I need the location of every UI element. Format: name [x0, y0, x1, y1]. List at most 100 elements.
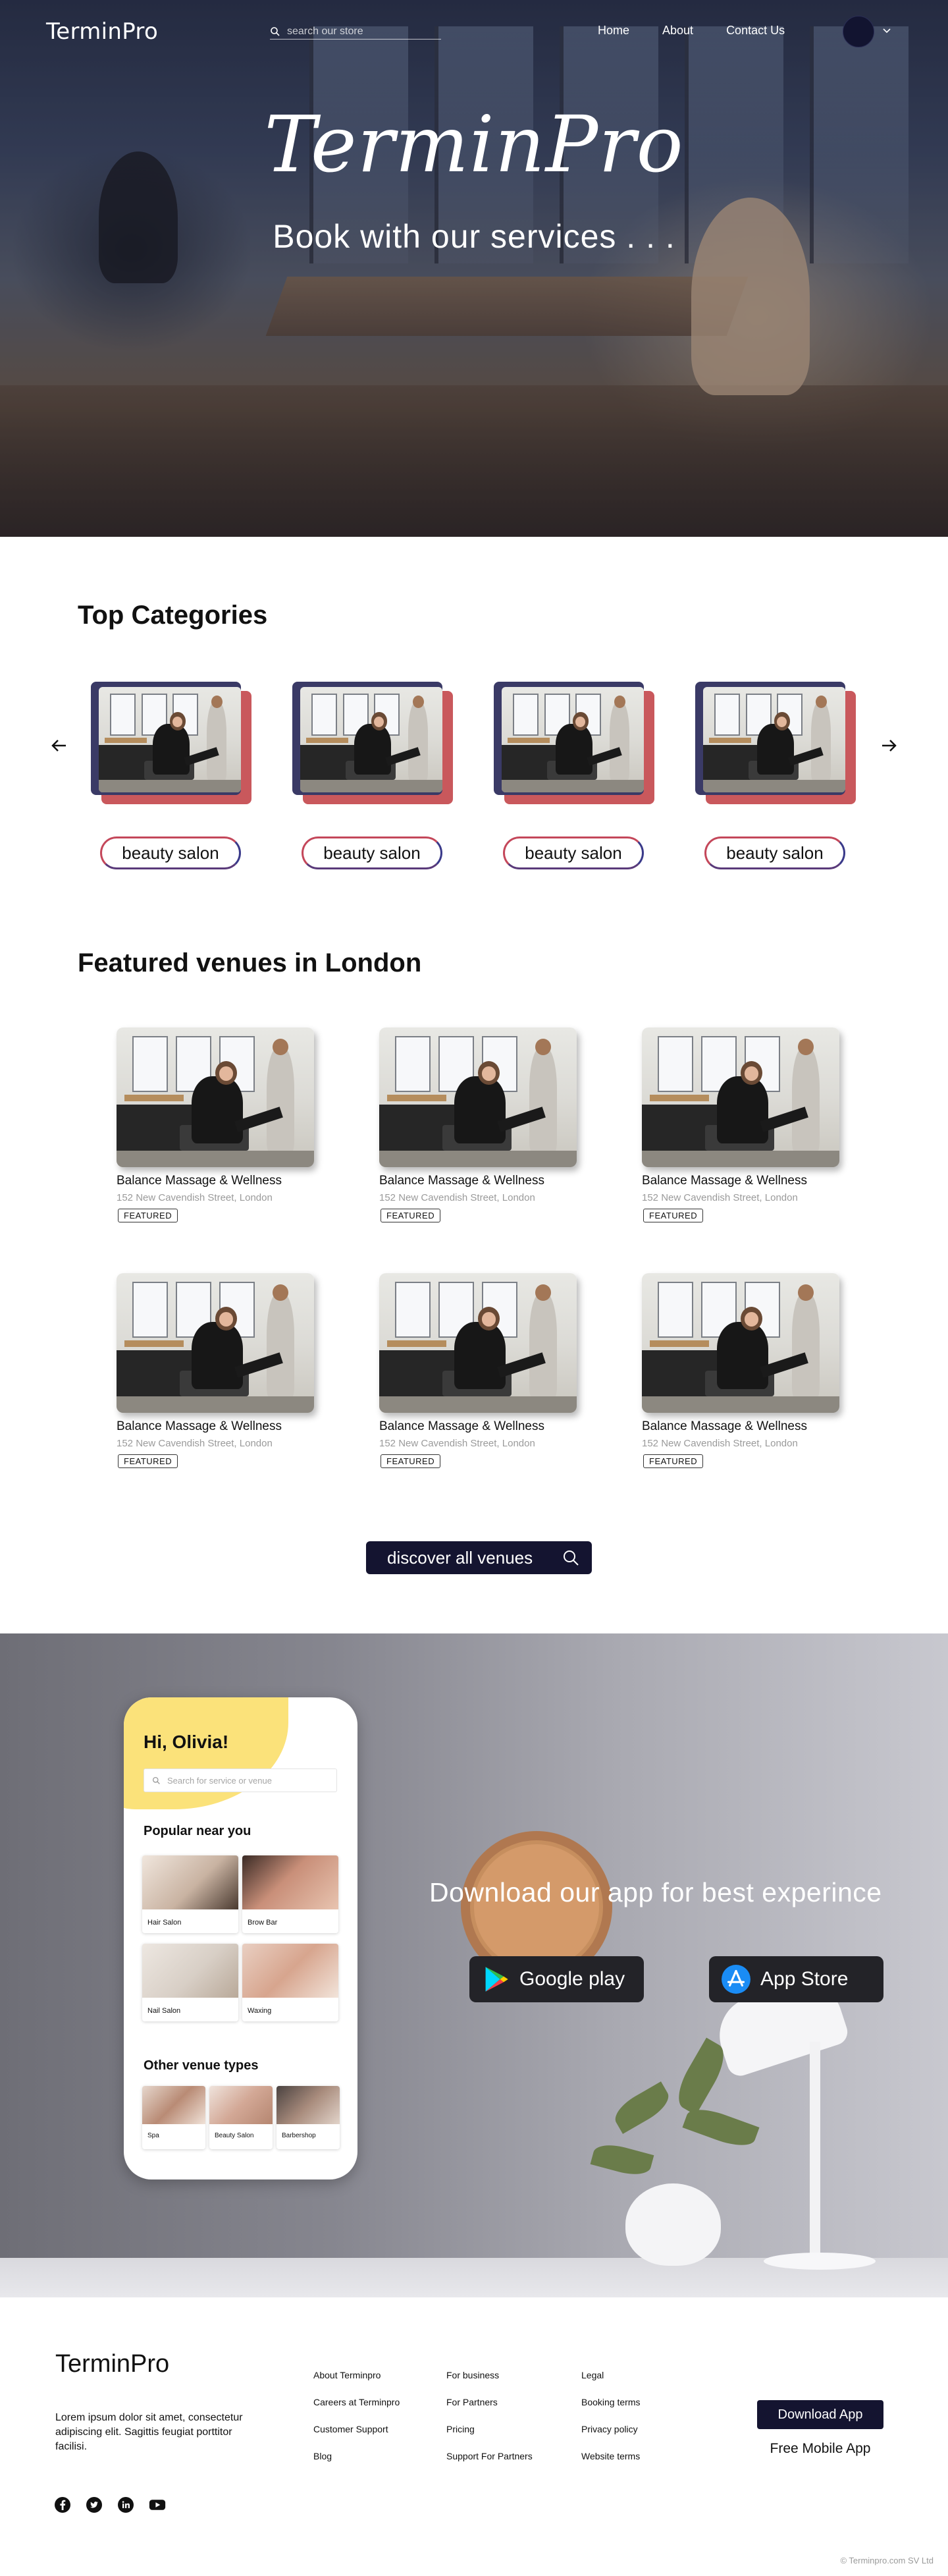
search-icon	[564, 1550, 579, 1566]
plant-pot	[625, 2183, 721, 2266]
download-app-title: Download our app for best experince	[429, 1877, 882, 1907]
nav-link-contact[interactable]: Contact Us	[726, 24, 785, 38]
footer-link[interactable]: Website terms	[581, 2451, 640, 2478]
venue-card[interactable]: Balance Massage & Wellness 152 New Caven…	[642, 1273, 839, 1484]
venue-name[interactable]: Balance Massage & Wellness	[117, 1174, 282, 1188]
avatar[interactable]	[843, 16, 874, 47]
copyright: © Terminpro.com SV Ltd	[840, 2556, 934, 2565]
free-mobile-app-label: Free Mobile App	[770, 2441, 871, 2456]
venue-name[interactable]: Balance Massage & Wellness	[117, 1419, 282, 1434]
nav-link-about[interactable]: About	[662, 24, 693, 38]
brand-logo[interactable]: TerminPro	[46, 18, 158, 45]
category-card[interactable]: beauty salon	[682, 682, 856, 886]
category-image	[703, 687, 845, 792]
categories-title: Top Categories	[78, 601, 268, 630]
featured-badge: FEATURED	[643, 1454, 704, 1468]
venue-type-tile: Beauty Salon	[209, 2086, 273, 2149]
nav-link-home[interactable]: Home	[598, 24, 629, 38]
account-menu[interactable]	[843, 16, 893, 47]
footer-link[interactable]: For business	[446, 2370, 533, 2397]
youtube-icon[interactable]	[149, 2496, 166, 2513]
categories-next-arrow[interactable]	[876, 732, 902, 759]
venue-image[interactable]	[379, 1273, 577, 1413]
venue-address: 152 New Cavendish Street, London	[379, 1192, 535, 1203]
footer-brand[interactable]: TerminPro	[55, 2350, 169, 2378]
venue-address: 152 New Cavendish Street, London	[642, 1438, 798, 1449]
discover-venues-button[interactable]: discover all venues	[366, 1541, 592, 1574]
chevron-down-icon[interactable]	[881, 24, 893, 39]
featured-badge: FEATURED	[381, 1454, 441, 1468]
venue-image[interactable]	[117, 1028, 314, 1167]
venues-title: Featured venues in London	[78, 948, 422, 977]
hero-subtitle: Book with our services . . .	[273, 218, 675, 255]
venue-card[interactable]: Balance Massage & Wellness 152 New Caven…	[379, 1028, 577, 1238]
popular-title: Popular near you	[144, 1824, 251, 1838]
footer-link[interactable]: Support For Partners	[446, 2451, 533, 2478]
facebook-icon[interactable]	[54, 2496, 71, 2513]
venue-address: 152 New Cavendish Street, London	[379, 1438, 535, 1449]
footer-link[interactable]: Booking terms	[581, 2397, 640, 2424]
venue-card[interactable]: Balance Massage & Wellness 152 New Caven…	[379, 1273, 577, 1484]
category-image	[99, 687, 241, 792]
footer-link[interactable]: Pricing	[446, 2424, 533, 2451]
social-links	[54, 2496, 166, 2513]
venue-image[interactable]	[642, 1028, 839, 1167]
app-store-button[interactable]: App Store	[709, 1956, 883, 2002]
featured-badge: FEATURED	[381, 1209, 441, 1222]
featured-badge: FEATURED	[118, 1454, 178, 1468]
app-store-label: App Store	[760, 1968, 849, 1990]
app-store-icon	[722, 1965, 750, 1994]
download-app-button[interactable]: Download App	[757, 2400, 883, 2429]
tile-label: Brow Bar	[248, 1919, 278, 1927]
footer-link[interactable]: Legal	[581, 2370, 640, 2397]
venue-type-tile: Spa	[142, 2086, 205, 2149]
tile-label: Hair Salon	[147, 1919, 182, 1927]
linkedin-icon[interactable]	[117, 2496, 134, 2513]
footer-link[interactable]: About Terminpro	[313, 2370, 400, 2397]
venue-name[interactable]: Balance Massage & Wellness	[379, 1419, 544, 1434]
venue-image[interactable]	[642, 1273, 839, 1413]
footer-column-business: For business For Partners Pricing Suppor…	[446, 2370, 533, 2478]
arrow-left-icon	[51, 740, 66, 752]
venue-card[interactable]: Balance Massage & Wellness 152 New Caven…	[642, 1028, 839, 1238]
category-label[interactable]: beauty salon	[100, 836, 241, 869]
footer-link[interactable]: Careers at Terminpro	[313, 2397, 400, 2424]
featured-badge: FEATURED	[643, 1209, 704, 1222]
google-play-button[interactable]: Google play	[469, 1956, 644, 2002]
google-play-label: Google play	[519, 1968, 625, 1990]
venue-name[interactable]: Balance Massage & Wellness	[642, 1419, 807, 1434]
venue-address: 152 New Cavendish Street, London	[117, 1438, 273, 1449]
venue-image[interactable]	[117, 1273, 314, 1413]
other-types-title: Other venue types	[144, 2058, 259, 2073]
plant-decoration	[610, 2081, 674, 2134]
featured-badge: FEATURED	[118, 1209, 178, 1222]
footer-link[interactable]: Customer Support	[313, 2424, 400, 2451]
footer-link[interactable]: Privacy policy	[581, 2424, 640, 2451]
venue-card[interactable]: Balance Massage & Wellness 152 New Caven…	[117, 1028, 314, 1238]
venue-image[interactable]	[379, 1028, 577, 1167]
tile-label: Beauty Salon	[215, 2132, 254, 2139]
category-card[interactable]: beauty salon	[78, 682, 251, 886]
category-card[interactable]: beauty salon	[481, 682, 654, 886]
category-label[interactable]: beauty salon	[302, 836, 442, 869]
popular-tile: Hair Salon	[142, 1855, 238, 1933]
popular-tile: Waxing	[242, 1944, 338, 2021]
footer-description: Lorem ipsum dolor sit amet, consectetur …	[55, 2412, 243, 2452]
hero-section: TerminPro Home About Contact Us TerminPr…	[0, 0, 948, 537]
search-input[interactable]	[287, 25, 432, 38]
twitter-icon[interactable]	[86, 2496, 103, 2513]
category-card[interactable]: beauty salon	[279, 682, 453, 886]
tile-label: Waxing	[248, 2007, 272, 2015]
footer-link[interactable]: For Partners	[446, 2397, 533, 2424]
venue-name[interactable]: Balance Massage & Wellness	[379, 1174, 544, 1188]
venue-card[interactable]: Balance Massage & Wellness 152 New Caven…	[117, 1273, 314, 1484]
category-image	[502, 687, 644, 792]
categories-prev-arrow[interactable]	[46, 732, 72, 759]
phone-mockup: Hi, Olivia! Search for service or venue …	[124, 1697, 357, 2179]
footer-link[interactable]: Blog	[313, 2451, 400, 2478]
category-label[interactable]: beauty salon	[704, 836, 845, 869]
venue-address: 152 New Cavendish Street, London	[642, 1192, 798, 1203]
venue-name[interactable]: Balance Massage & Wellness	[642, 1174, 807, 1188]
category-label[interactable]: beauty salon	[503, 836, 644, 869]
top-categories-section: Top Categories beauty salon beauty salon	[0, 537, 948, 919]
